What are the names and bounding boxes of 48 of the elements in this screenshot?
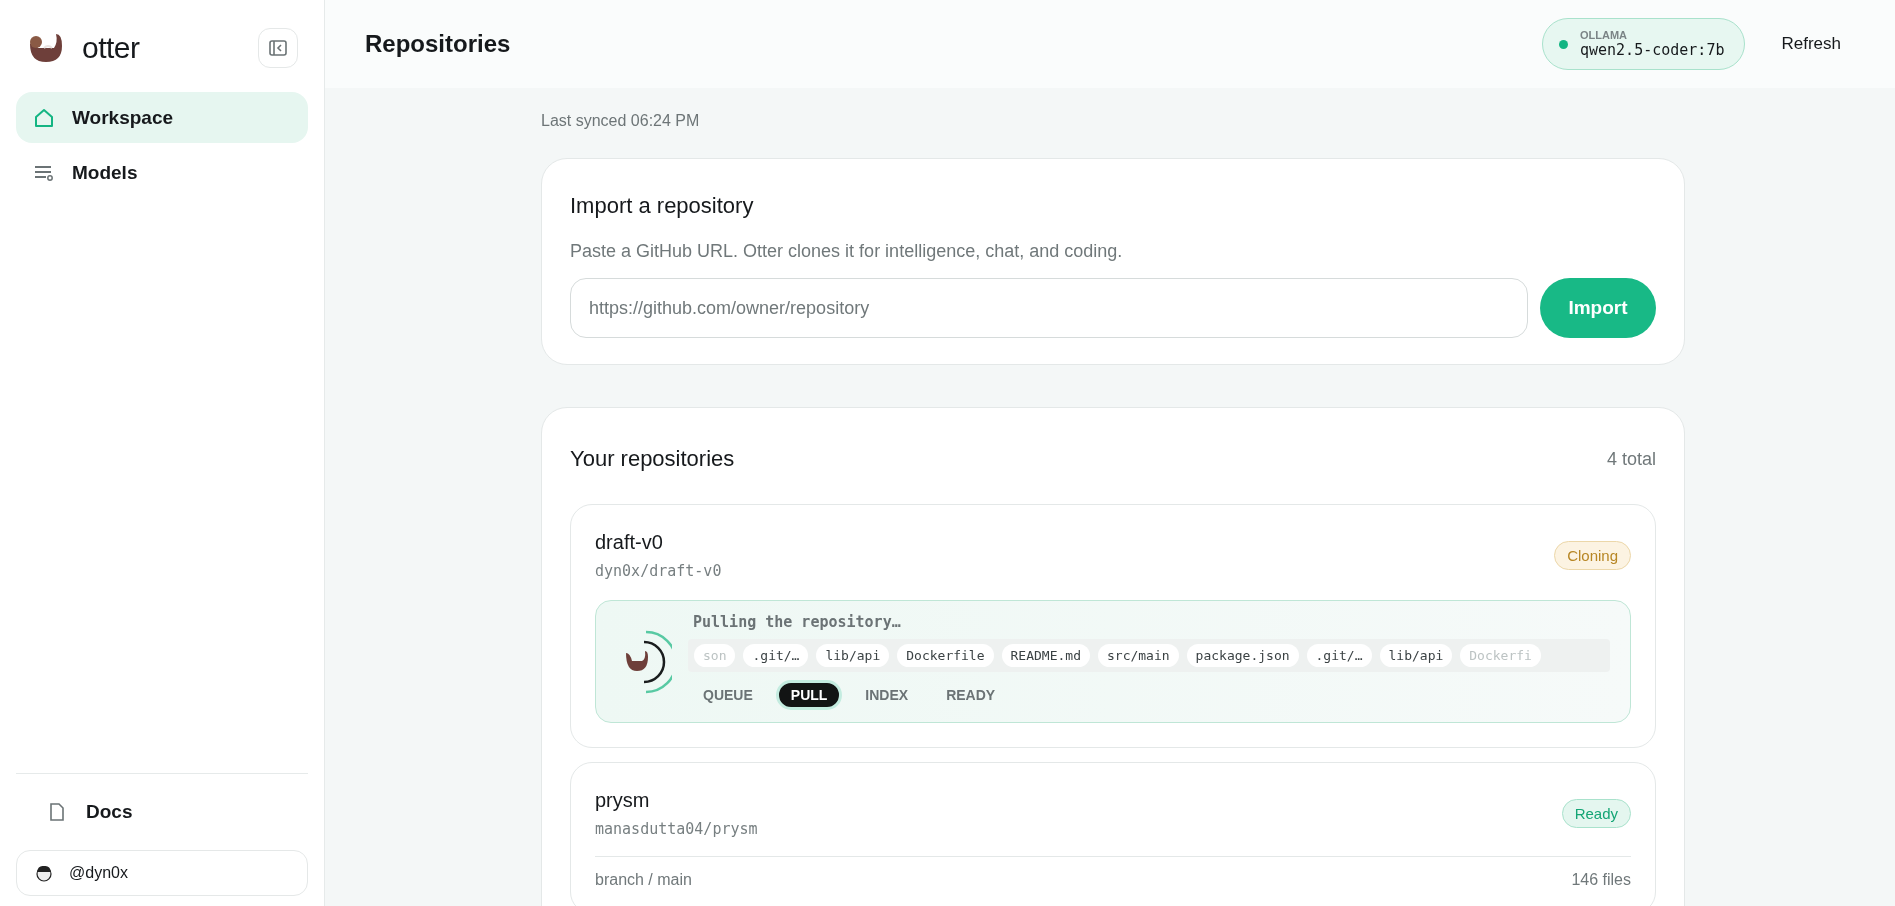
stage-tab[interactable]: INDEX [850,680,924,710]
stage-tab[interactable]: QUEUE [688,680,768,710]
sidebar-collapse-icon [269,40,287,56]
card-description: Paste a GitHub URL. Otter clones it for intelligence, chat, and coding. [570,241,1124,262]
otter-logo-icon [28,32,64,64]
file-chip: src/main [1098,644,1179,667]
model-name: qwen2.5-coder:7b [1579,41,1725,59]
user-profile-button[interactable]: @dyn0x [16,850,308,896]
status-dot-icon [1558,39,1568,49]
card-title: Import a repository [570,193,755,219]
file-chip: README.md [1001,644,1090,667]
nav-item[interactable]: Models [16,147,308,198]
file-count: 146 files [1571,871,1631,889]
card-title: Your repositories [570,446,735,472]
brand-name: otter [82,31,141,65]
collapse-sidebar-button[interactable] [258,28,298,68]
repository-count: 4 total [1606,448,1656,470]
file-chip: .git/… [743,644,809,667]
file-chip: son [694,644,736,667]
file-chip: package.json [1186,644,1299,667]
file-chip: Dockerfi [1460,644,1541,667]
repository-url-field[interactable]: https://github.com/owner/repository [570,278,1528,338]
status-badge: Cloning [1554,541,1631,570]
home-icon [34,107,54,128]
file-chip: .git/… [1306,644,1372,667]
file-chip: lib/api [816,644,890,667]
last-synced-text: Last synced 06:24 PM [541,112,701,130]
nav-item[interactable]: Workspace [16,92,308,143]
file-chip: Dockerfile [897,644,994,667]
status-badge: Ready [1561,799,1631,828]
list-settings-icon [34,164,54,181]
repository-card[interactable]: draft-v0 dyn0x/draft-v0 Cloning Pulling the repository… son .git/… lib/api Dockerfile README.md src/main package.json .git/… lib/api Dockerfi QUEUE PULL INDEX READY [570,504,1656,748]
branch-name: branch / main [595,871,692,889]
stage-tab[interactable]: PULL [775,680,843,710]
avatar-icon [35,864,53,882]
progress-message: Pulling the repository… [693,613,902,631]
provider-label: OLLAMA [1579,29,1628,41]
document-icon [50,803,64,821]
refresh-button[interactable]: Refresh [1775,33,1847,55]
page-title: Repositories [365,30,512,58]
repository-slug: manasdutta04/prysm [595,820,758,838]
repository-name: draft-v0 [595,531,664,554]
file-chip: lib/api [1379,644,1453,667]
repository-slug: dyn0x/draft-v0 [595,562,722,580]
stage-tab[interactable]: READY [931,680,1011,710]
repository-name: prysm [595,789,651,812]
docs-link[interactable]: Docs [16,786,324,838]
progress-spinner-drawing [626,628,672,695]
